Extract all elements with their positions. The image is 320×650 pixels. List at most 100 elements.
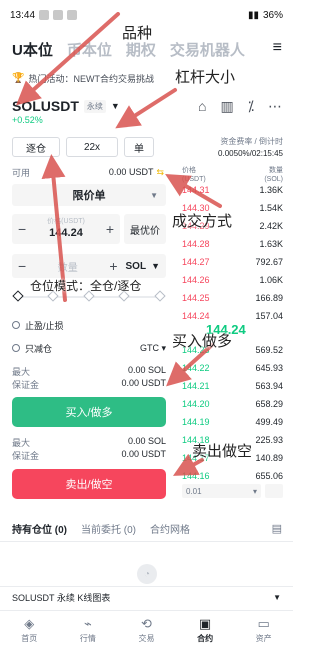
document-icon[interactable]: ▤ bbox=[272, 522, 282, 535]
available-label: 可用 bbox=[12, 167, 31, 178]
trophy-icon: 🏆 bbox=[12, 72, 25, 84]
symbol-selector[interactable]: SOLUSDT 永续 ▼ ⌂ ▥ ⁒ ⋯ bbox=[12, 96, 282, 116]
book-price: 144.26 bbox=[182, 275, 210, 285]
bid-row[interactable]: 144.16 655.06 bbox=[182, 468, 283, 484]
reduce-only-label: 只减仓 bbox=[25, 343, 53, 354]
battery-level: 36% bbox=[262, 9, 283, 21]
tab-coin-m[interactable]: 币本位 bbox=[67, 39, 112, 60]
tab-trading-bots[interactable]: 交易机器人 bbox=[170, 39, 245, 60]
book-qty: 655.06 bbox=[255, 471, 283, 481]
bid-row[interactable]: 144.22 645.93 bbox=[182, 360, 283, 376]
minus-icon[interactable]: − bbox=[18, 258, 26, 274]
ask-row[interactable]: 144.25 166.89 bbox=[182, 290, 283, 306]
nav-home[interactable]: ◈ 首页 bbox=[4, 617, 54, 644]
bid-row[interactable]: 144.21 563.94 bbox=[182, 378, 283, 394]
more-icon[interactable]: ⋯ bbox=[268, 98, 282, 115]
quantity-unit[interactable]: SOL bbox=[126, 261, 147, 272]
order-controls: 逐仓 22x 单 bbox=[12, 137, 158, 157]
tab-open-orders[interactable]: 当前委托 (0) bbox=[81, 521, 136, 536]
time-in-force-select[interactable]: GTC ▾ bbox=[140, 343, 166, 354]
available-balance: 可用 0.00 USDT ⇆ bbox=[12, 166, 164, 178]
funding-label: 资金费率 / 倒计时 bbox=[220, 137, 283, 146]
price-change: +0.52% bbox=[12, 115, 43, 125]
app-icon bbox=[53, 10, 64, 20]
exchange-icon: ⟲ bbox=[141, 616, 152, 631]
funding-value: 0.0050%/02:15:45 bbox=[218, 149, 283, 158]
nav-futures[interactable]: ▣ 合约 bbox=[180, 617, 230, 644]
reduce-only-checkbox[interactable] bbox=[12, 344, 20, 352]
buy-margin: 保证金 0.00 USDT bbox=[12, 378, 166, 390]
tp-sl-option[interactable]: 止盈/止损 bbox=[12, 318, 166, 332]
kline-chart-bar[interactable]: SOLUSDT 永续 K线图表 ▼ bbox=[0, 586, 293, 608]
depth-selector: 0.01 ▾ bbox=[182, 484, 283, 498]
bid-row[interactable]: 144.19 499.49 bbox=[182, 414, 283, 430]
plus-icon[interactable]: + bbox=[109, 258, 117, 274]
ask-row[interactable]: 144.28 1.63K bbox=[182, 236, 283, 252]
buy-max-label: 最大 bbox=[12, 367, 31, 377]
tab-grid[interactable]: 合约网格 bbox=[150, 521, 190, 536]
tp-sl-label: 止盈/止损 bbox=[25, 320, 64, 331]
price-label: 价格(USDT) bbox=[47, 218, 85, 225]
promo-banner[interactable]: 🏆 热门活动：NEWT合约交易挑战 bbox=[12, 70, 182, 86]
book-price: 144.16 bbox=[182, 471, 210, 481]
ask-row[interactable]: 144.31 1.36K bbox=[182, 182, 283, 198]
book-qty: 1.54K bbox=[259, 203, 283, 213]
kline-bar-label: SOLUSDT 永续 K线图表 bbox=[12, 593, 111, 603]
ask-row[interactable]: 144.26 1.06K bbox=[182, 272, 283, 288]
transfer-icon[interactable]: ⇆ bbox=[156, 167, 164, 177]
book-price: 144.31 bbox=[182, 185, 210, 195]
bank-icon[interactable]: ⌂ bbox=[198, 98, 206, 115]
chart-icon: ⌁ bbox=[83, 616, 92, 631]
app-icon bbox=[67, 10, 78, 20]
price-input[interactable]: 价格(USDT) − 144.24 + bbox=[12, 214, 120, 244]
buy-margin-label: 保证金 bbox=[12, 380, 40, 390]
tab-positions[interactable]: 持有仓位 (0) bbox=[12, 521, 67, 536]
book-qty: 792.67 bbox=[255, 257, 283, 267]
menu-icon[interactable]: ≡ bbox=[273, 39, 282, 57]
tp-sl-checkbox[interactable] bbox=[12, 321, 20, 329]
book-price: 144.20 bbox=[182, 399, 210, 409]
home-icon: ◈ bbox=[24, 616, 35, 631]
sell-short-button[interactable]: 卖出/做空 bbox=[12, 469, 166, 499]
annotation-leverage: 杠杆大小 bbox=[175, 69, 236, 86]
book-qty: 1.36K bbox=[259, 185, 283, 195]
book-qty: 1.63K bbox=[259, 239, 283, 249]
buy-long-button[interactable]: 买入/做多 bbox=[12, 397, 166, 427]
sell-margin-value: 0.00 USDT bbox=[121, 449, 166, 459]
quantity-placeholder: 数量 bbox=[57, 262, 78, 274]
caret-down-icon: ▼ bbox=[273, 593, 281, 602]
symbol-name: SOLUSDT bbox=[12, 98, 79, 114]
percent-icon[interactable]: ⁒ bbox=[248, 98, 254, 115]
sell-margin-label: 保证金 bbox=[12, 451, 40, 461]
order-type-select[interactable]: 限价单 ▼ bbox=[12, 184, 166, 206]
tab-usdt-m[interactable]: U本位 bbox=[12, 39, 53, 60]
sell-max: 最大 0.00 SOL bbox=[12, 436, 166, 448]
book-layout-icon[interactable] bbox=[265, 484, 283, 498]
best-price-button[interactable]: 最优价 bbox=[124, 214, 166, 244]
book-qty: 499.49 bbox=[255, 417, 283, 427]
book-price: 144.19 bbox=[182, 417, 210, 427]
leverage-button[interactable]: 22x bbox=[66, 137, 118, 157]
book-qty: 2.42K bbox=[259, 221, 283, 231]
nav-trade[interactable]: ⟲ 交易 bbox=[121, 617, 171, 644]
empty-state-icon: ◔ bbox=[137, 564, 157, 584]
candlestick-icon[interactable]: ▥ bbox=[220, 98, 233, 115]
price-input-row: 价格(USDT) − 144.24 + 最优价 bbox=[12, 214, 166, 244]
book-qty: 140.89 bbox=[255, 453, 283, 463]
ask-row[interactable]: 144.27 792.67 bbox=[182, 254, 283, 270]
book-qty: 569.52 bbox=[255, 345, 283, 355]
depth-select[interactable]: 0.01 ▾ bbox=[182, 484, 261, 498]
margin-mode-button[interactable]: 逐仓 bbox=[12, 137, 60, 157]
chevron-down-icon: ▼ bbox=[110, 101, 120, 111]
available-value: 0.00 USDT bbox=[108, 166, 154, 177]
nav-markets[interactable]: ⌁ 行情 bbox=[63, 617, 113, 644]
price-value: 144.24 bbox=[49, 227, 83, 239]
bid-row[interactable]: 144.20 658.29 bbox=[182, 396, 283, 412]
nav-assets[interactable]: ▭ 资产 bbox=[239, 617, 289, 644]
quantity-input[interactable]: − 数量 + SOL ▼ bbox=[12, 254, 166, 278]
reduce-only-option[interactable]: 只减仓 GTC ▾ bbox=[12, 341, 166, 355]
unit-button[interactable]: 单 bbox=[124, 137, 154, 157]
slider-stop[interactable] bbox=[12, 290, 24, 302]
book-price: 144.22 bbox=[182, 363, 210, 373]
annotation-sell-short: 卖出做空 bbox=[192, 443, 253, 460]
